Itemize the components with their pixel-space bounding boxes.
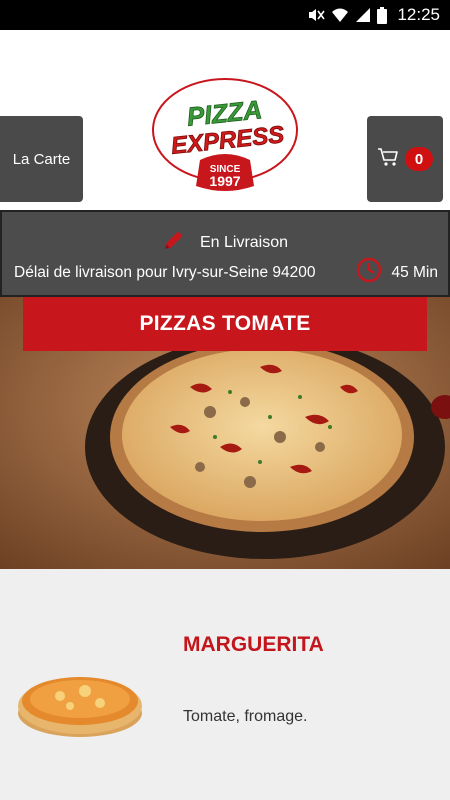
edit-icon[interactable] [162,228,186,257]
svg-text:1997: 1997 [209,173,240,189]
delivery-mode: En Livraison [199,233,289,251]
category-hero: PIZZAS TOMATE [0,297,450,569]
mute-icon [307,7,326,23]
signal-icon [355,7,371,23]
app-header: La Carte PIZZA EXPRESS SINCE 1997 0 [0,30,450,206]
product-list: MARGUERITA Tomate, fromage. [0,569,450,800]
cart-icon [377,147,399,172]
product-description: Tomate, fromage. [183,708,308,725]
clock-icon [355,256,383,289]
pizza-express-logo: PIZZA EXPRESS SINCE 1997 [152,78,298,191]
cart-button[interactable]: 0 [367,116,443,202]
status-bar: 12:25 [0,0,450,30]
battery-icon [377,6,388,24]
clock: 12:25 [397,5,440,24]
delivery-info-bar[interactable]: En Livraison Délai de livraison pour Ivr… [0,210,450,297]
product-name: MARGUERITA [183,633,324,656]
menu-button[interactable]: La Carte [0,116,83,202]
marguerita-image [18,677,142,737]
cart-count-badge: 0 [405,147,433,171]
category-title: PIZZAS TOMATE [23,297,427,351]
delivery-delay-text: Délai de livraison pour Ivry-sur-Seine 9… [14,263,316,281]
delivery-delay-value: 45 Min [391,263,438,281]
wifi-icon [331,7,349,23]
